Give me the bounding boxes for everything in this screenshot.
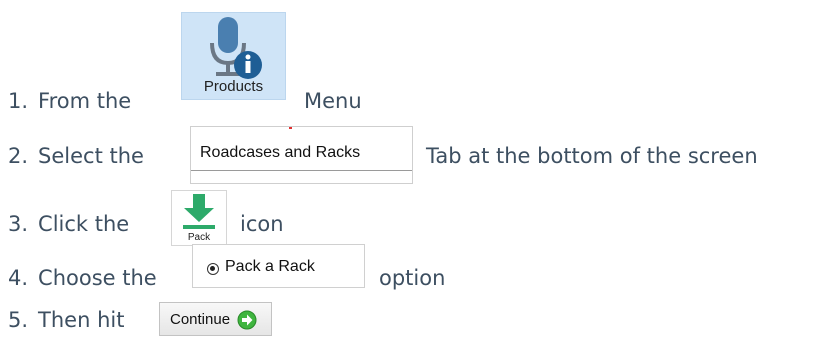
step-text-after: icon xyxy=(240,212,284,236)
tab-marker xyxy=(289,127,292,129)
step-3: 3. Click the icon xyxy=(8,209,284,239)
step-text-before: Then hit xyxy=(38,308,125,332)
tab-label: Roadcases and Racks xyxy=(200,144,361,161)
step-text-after: Tab at the bottom of the screen xyxy=(426,144,758,168)
microphone-info-icon xyxy=(210,17,262,79)
step-number: 1. xyxy=(8,89,29,113)
step-number: 4. xyxy=(8,266,29,290)
tab-underline xyxy=(191,170,412,171)
step-text-after: Menu xyxy=(304,89,362,113)
step-text-before: Select the xyxy=(38,144,144,168)
step-5: 5. Then hit xyxy=(8,305,124,335)
products-menu-button[interactable]: Products xyxy=(181,12,286,100)
roadcases-and-racks-tab[interactable]: Roadcases and Racks xyxy=(190,126,413,184)
step-text-before: Choose the xyxy=(38,266,157,290)
green-arrow-right-icon xyxy=(237,310,257,330)
step-4: 4. Choose the option xyxy=(8,263,445,293)
pack-label: Pack xyxy=(187,232,211,243)
step-1: 1. From the Menu xyxy=(8,86,362,116)
step-text-before: From the xyxy=(38,89,132,113)
step-number: 3. xyxy=(8,212,29,236)
step-2: 2. Select the Tab at the bottom of the s… xyxy=(8,141,758,171)
download-arrow-icon xyxy=(183,194,215,229)
pack-button[interactable]: Pack xyxy=(171,190,227,246)
products-label: Products xyxy=(203,78,264,95)
step-text-after: option xyxy=(379,266,446,290)
continue-button[interactable]: Continue xyxy=(159,302,272,336)
radio-button[interactable] xyxy=(207,263,219,275)
continue-label: Continue xyxy=(170,311,231,328)
step-number: 5. xyxy=(8,308,29,332)
step-text-before: Click the xyxy=(38,212,130,236)
pack-a-rack-option[interactable]: Pack a Rack xyxy=(192,244,365,288)
radio-label: Pack a Rack xyxy=(225,258,315,275)
step-number: 2. xyxy=(8,144,29,168)
